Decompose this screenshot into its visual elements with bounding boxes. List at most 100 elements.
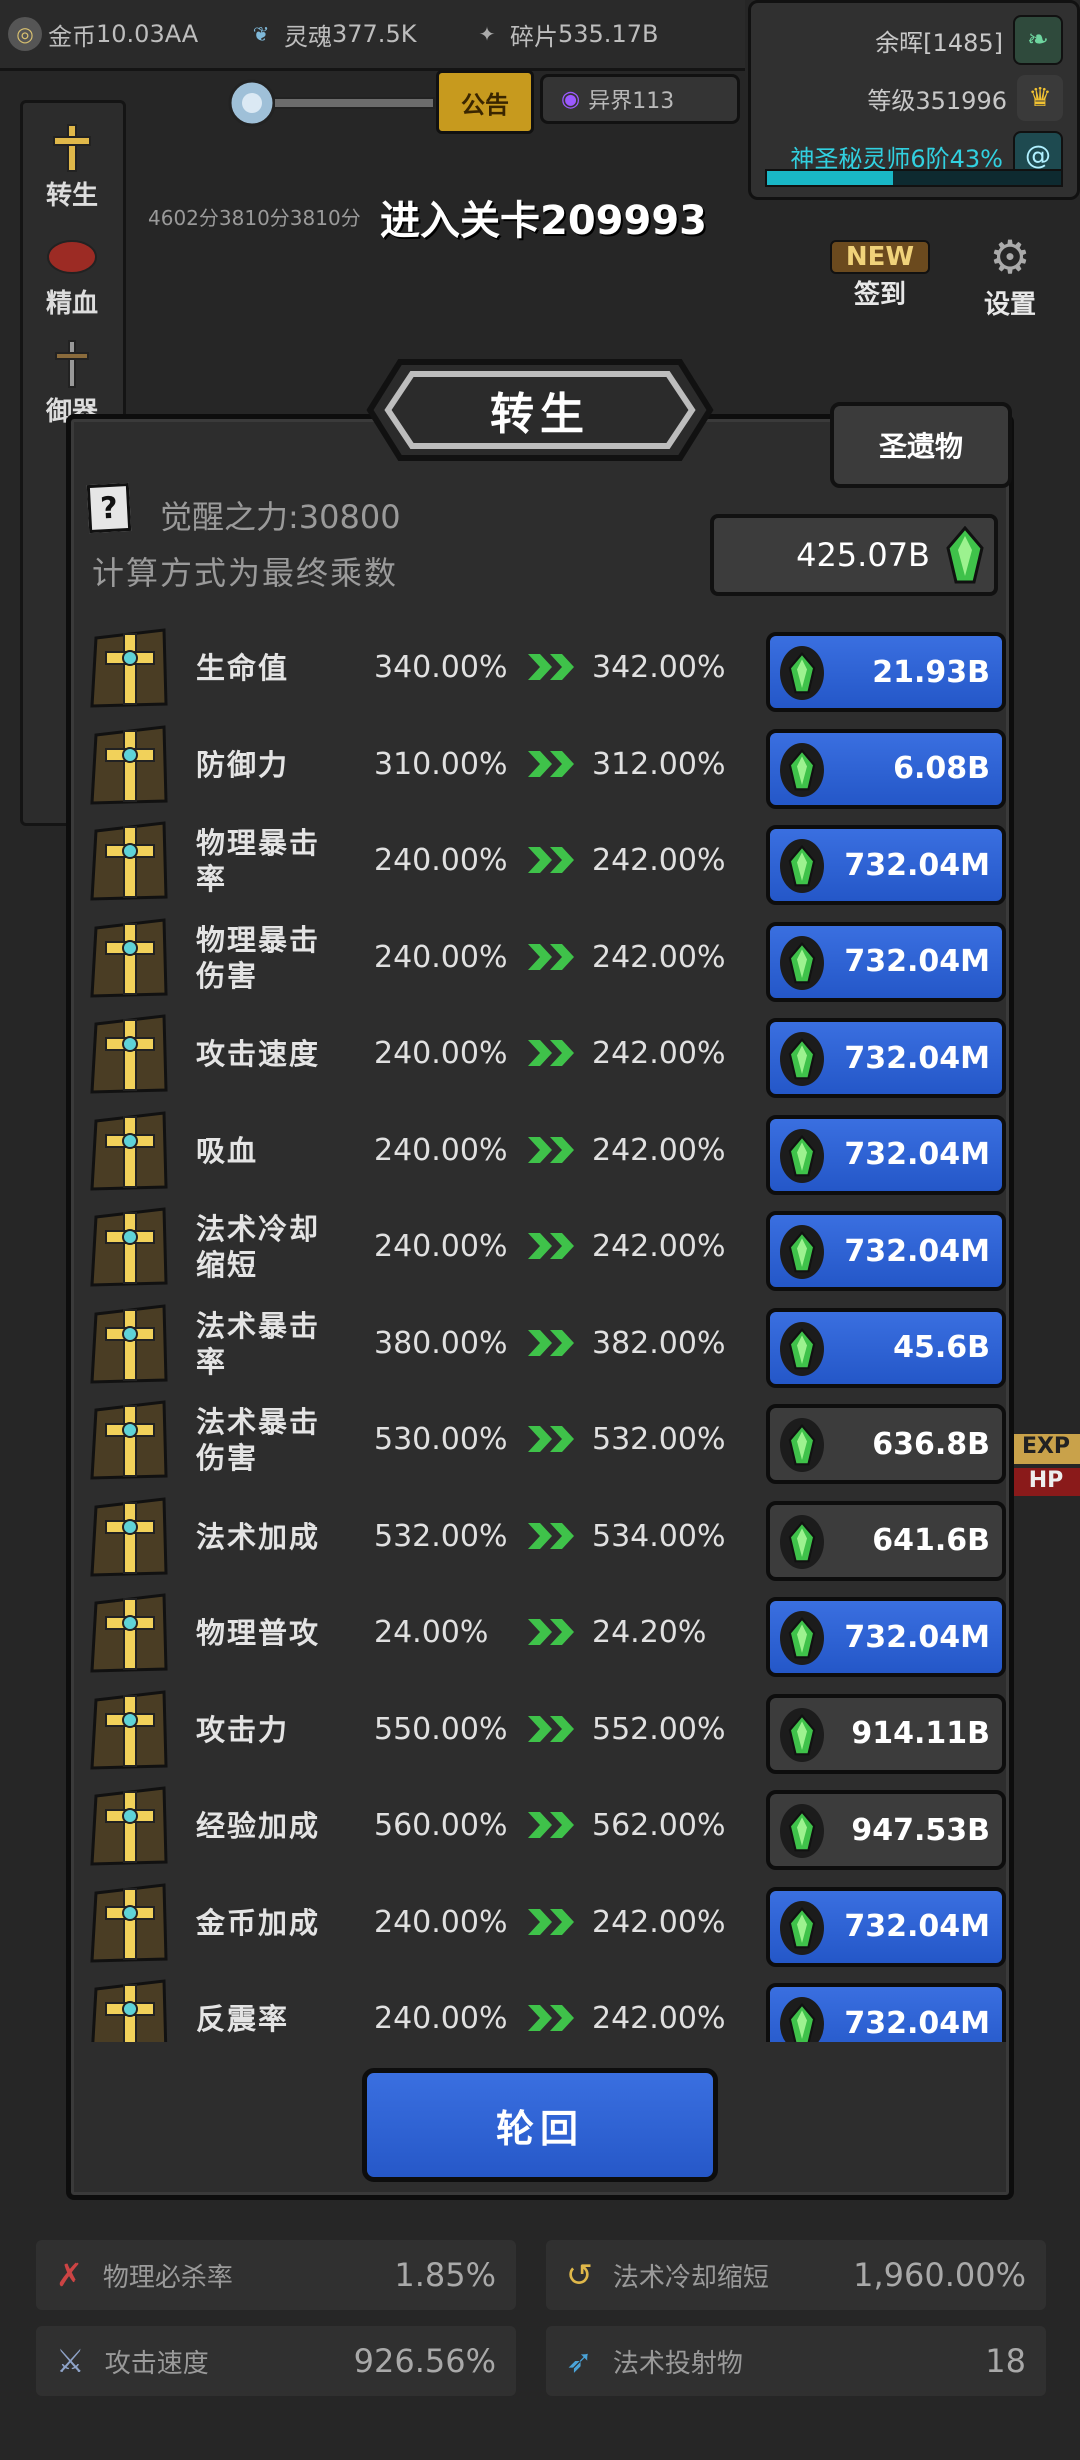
upgrade-cost: 45.6B <box>893 1330 990 1365</box>
gear-icon: ⚙ <box>989 230 1031 284</box>
current-value: 240.00% <box>374 843 508 878</box>
stage-title: 进入关卡209993 <box>380 198 707 244</box>
stat-name: 攻击力 <box>196 1712 290 1747</box>
upgrade-cost: 732.04M <box>844 2005 990 2041</box>
upgrade-cost: 732.04M <box>844 1040 990 1076</box>
reincarnate-button[interactable]: 轮回 <box>362 2068 718 2182</box>
upgrade-button[interactable]: 732.04M <box>766 921 1006 1002</box>
stat-name: 物理必杀率 <box>102 2262 233 2293</box>
coin-resource: ◎ 金币 10.03AA <box>8 14 198 54</box>
upgrade-button[interactable]: 732.04M <box>766 1211 1006 1291</box>
upgrade-button[interactable]: 6.08B <box>766 728 1006 809</box>
stat-name: 法术投射物 <box>612 2348 743 2379</box>
skill-counters: 4602分3810分3810分 <box>148 206 361 230</box>
upgrade-row: 法术暴击伤害 530.00% 532.00% 636.8B <box>86 1392 1012 1488</box>
current-value: 240.00% <box>374 1132 508 1168</box>
level-text: 等级351996 <box>867 86 1007 115</box>
upgrade-cost: 6.08B <box>893 751 990 786</box>
coin-icon: ◎ <box>8 17 42 51</box>
crown-icon: ♛ <box>1017 75 1063 121</box>
upgrade-row: 攻击速度 240.00% 242.00% 732.04M <box>86 1006 1012 1102</box>
next-value: 242.00% <box>592 843 726 878</box>
projectile-icon: ➶ <box>566 2342 593 2380</box>
upgrade-row: 攻击力 550.00% 552.00% 914.11B <box>86 1682 1012 1778</box>
upgrade-button[interactable]: 947.53B <box>766 1790 1006 1870</box>
calc-note: 计算方式为最终乘数 <box>92 554 399 592</box>
double-arrow-icon <box>526 845 578 875</box>
stat-name: 法术暴击伤害 <box>196 1405 321 1475</box>
exp-label: EXP <box>1012 1434 1080 1464</box>
upgrade-button[interactable]: 732.04M <box>766 1114 1006 1195</box>
cross-icon <box>86 1688 174 1772</box>
next-value: 242.00% <box>592 1904 726 1940</box>
upgrade-row: 防御力 310.00% 312.00% 6.08B <box>86 717 1012 813</box>
notice-button[interactable]: 公告 <box>436 70 534 134</box>
double-arrow-icon <box>526 1135 578 1165</box>
current-value: 560.00% <box>374 1808 508 1843</box>
profile-panel[interactable]: 余晖[1485] ❧ 等级351996 ♛ 神圣秘灵师6阶43% @ <box>748 0 1080 200</box>
settings-button[interactable]: ⚙ 设置 <box>960 230 1060 321</box>
next-value: 242.00% <box>592 2001 726 2036</box>
next-value: 312.00% <box>592 746 726 782</box>
upgrade-button[interactable]: 732.04M <box>766 1886 1006 1967</box>
soul-label: 灵魂 <box>284 22 332 51</box>
cross-icon <box>86 1881 174 1965</box>
stat-value: 926.56% <box>353 2342 496 2380</box>
upgrade-button[interactable]: 732.04M <box>766 1018 1006 1098</box>
coin-label: 金币 <box>48 22 96 51</box>
stat-spell-projectile: ➶ 法术投射物 18 <box>546 2326 1046 2396</box>
upgrade-cost: 732.04M <box>844 1909 990 1944</box>
stat-name: 物理暴击伤害 <box>196 922 321 993</box>
double-arrow-icon <box>526 942 578 972</box>
upgrade-button[interactable]: 732.04M <box>766 825 1006 905</box>
stat-name: 金币加成 <box>196 1905 321 1940</box>
green-crystal-icon <box>780 1707 824 1762</box>
menu-label-essence: 精血 <box>45 289 98 319</box>
next-value: 242.00% <box>592 1036 726 1071</box>
double-arrow-icon <box>526 749 578 779</box>
upgrade-row: 法术加成 532.00% 534.00% 641.6B <box>86 1489 1012 1585</box>
upgrade-button[interactable]: 636.8B <box>766 1404 1006 1484</box>
settings-label: 设置 <box>983 290 1036 320</box>
upgrade-row: 生命值 340.00% 342.00% 21.93B <box>86 620 1012 716</box>
stat-name: 法术冷却缩短 <box>612 2262 769 2293</box>
blood-icon <box>40 231 104 281</box>
upgrade-button[interactable]: 914.11B <box>766 1693 1006 1774</box>
level-row: 等级351996 ♛ <box>867 75 1063 121</box>
cross-icon <box>86 819 174 903</box>
green-crystal-icon <box>780 1804 824 1858</box>
cross-icon <box>86 1784 174 1868</box>
double-arrow-icon <box>526 1328 578 1358</box>
cross-icon <box>40 123 104 173</box>
shard-icon: ✦ <box>478 22 496 46</box>
menu-item-essence[interactable]: 精血 <box>27 231 117 320</box>
cross-icon <box>86 1495 174 1579</box>
upgrade-button[interactable]: 732.04M <box>766 1597 1006 1677</box>
menu-item-reincarnate[interactable]: 转生 <box>27 123 117 212</box>
other-world-button[interactable]: ◉ 异界113 <box>540 74 740 124</box>
green-crystal-icon <box>780 1032 824 1086</box>
relic-button[interactable]: 圣遗物 <box>830 402 1012 488</box>
upgrade-row: 经验加成 560.00% 562.00% 947.53B <box>86 1778 1012 1874</box>
green-crystal-icon <box>780 1611 824 1665</box>
upgrade-cost: 21.93B <box>872 654 990 690</box>
stat-name: 法术暴击率 <box>196 1308 321 1379</box>
current-value: 240.00% <box>374 1904 508 1940</box>
next-value: 382.00% <box>592 1325 726 1361</box>
stat-name: 生命值 <box>196 651 290 685</box>
upgrade-button[interactable]: 21.93B <box>766 632 1006 712</box>
help-icon[interactable]: ? <box>86 482 132 534</box>
upgrade-list[interactable]: 生命值 340.00% 342.00% 21.93B 防御力 310.00% 312.00%… <box>66 620 1014 2042</box>
stat-name: 法术加成 <box>196 1519 321 1554</box>
upgrade-row: 金币加成 240.00% 242.00% 732.04M <box>86 1875 1012 1971</box>
cross-icon <box>86 1591 174 1675</box>
upgrade-button[interactable]: 45.6B <box>766 1307 1006 1388</box>
current-value: 24.00% <box>374 1615 489 1650</box>
upgrade-button[interactable]: 641.6B <box>766 1500 1006 1581</box>
upgrade-cost: 732.04M <box>844 1233 990 1269</box>
upgrade-button[interactable]: 732.04M <box>766 1983 1006 2042</box>
cross-icon <box>86 1398 174 1482</box>
rest-glow-row: 余晖[1485] ❧ <box>875 15 1063 65</box>
checkin-button[interactable]: NEW 签到 <box>830 240 930 311</box>
upgrade-cost: 732.04M <box>844 1619 990 1655</box>
